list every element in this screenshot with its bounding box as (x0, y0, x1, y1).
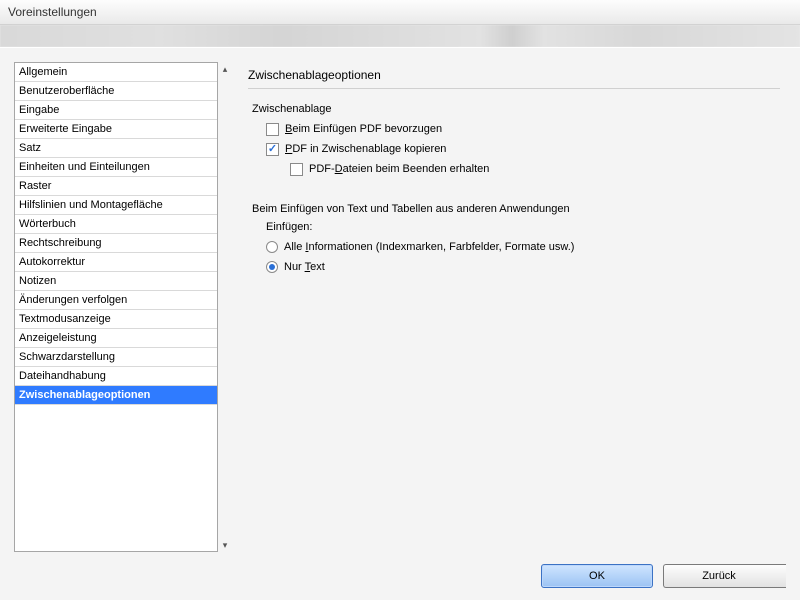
sidebar-item[interactable]: Raster (15, 177, 217, 196)
option-copy-pdf[interactable]: PDF in Zwischenablage kopieren (266, 141, 780, 157)
spinner-up-icon[interactable]: ▴ (220, 64, 230, 74)
sidebar-wrap: AllgemeinBenutzeroberflächeEingabeErweit… (14, 62, 232, 552)
sidebar-item[interactable]: Textmodusanzeige (15, 310, 217, 329)
group-clipboard-label: Zwischenablage (252, 103, 780, 115)
option-paste-text-label: Nur Text (284, 259, 325, 275)
checkbox-copy-pdf[interactable] (266, 143, 279, 156)
button-bar: OK Zurück (541, 564, 786, 588)
sidebar-item[interactable]: Dateihandhabung (15, 367, 217, 386)
sidebar-item[interactable]: Schwarzdarstellung (15, 348, 217, 367)
sidebar-item[interactable]: Notizen (15, 272, 217, 291)
sidebar-spinner: ▴ ▾ (218, 62, 232, 552)
option-copy-pdf-label: PDF in Zwischenablage kopieren (285, 141, 446, 157)
radio-paste-all[interactable] (266, 241, 278, 253)
sidebar-item[interactable]: Eingabe (15, 101, 217, 120)
sidebar-item[interactable]: Satz (15, 139, 217, 158)
sidebar-item[interactable]: Erweiterte Eingabe (15, 120, 217, 139)
option-keep-pdf-label: PDF-Dateien beim Beenden erhalten (309, 161, 489, 177)
group-paste-sublabel: Einfügen: (266, 221, 780, 233)
sidebar-item[interactable]: Allgemein (15, 63, 217, 82)
radio-paste-text[interactable] (266, 261, 278, 273)
sidebar-item[interactable]: Hilfslinien und Montagefläche (15, 196, 217, 215)
sidebar-item[interactable]: Wörterbuch (15, 215, 217, 234)
main-panel: Zwischenablageoptionen Zwischenablage Be… (242, 62, 786, 552)
checkbox-prefer-pdf[interactable] (266, 123, 279, 136)
reset-button[interactable]: Zurück (663, 564, 786, 588)
option-paste-all[interactable]: Alle Informationen (Indexmarken, Farbfel… (266, 239, 780, 255)
ok-button[interactable]: OK (541, 564, 653, 588)
option-paste-text[interactable]: Nur Text (266, 259, 780, 275)
sidebar-item[interactable]: Autokorrektur (15, 253, 217, 272)
sidebar-item[interactable]: Zwischenablageoptionen (15, 386, 217, 405)
category-list: AllgemeinBenutzeroberflächeEingabeErweit… (15, 63, 217, 405)
sidebar-item[interactable]: Einheiten und Einteilungen (15, 158, 217, 177)
sidebar-item[interactable]: Änderungen verfolgen (15, 291, 217, 310)
sidebar-item[interactable]: Rechtschreibung (15, 234, 217, 253)
background-blur (0, 25, 800, 47)
checkbox-keep-pdf[interactable] (290, 163, 303, 176)
option-prefer-pdf-label: Beim Einfügen PDF bevorzugen (285, 121, 442, 137)
category-sidebar: AllgemeinBenutzeroberflächeEingabeErweit… (14, 62, 218, 552)
sidebar-item[interactable]: Anzeigeleistung (15, 329, 217, 348)
sidebar-item[interactable]: Benutzeroberfläche (15, 82, 217, 101)
panel-title: Zwischenablageoptionen (248, 66, 780, 89)
titlebar[interactable]: Voreinstellungen (0, 0, 800, 25)
window-title: Voreinstellungen (8, 5, 97, 19)
group-paste-label: Beim Einfügen von Text und Tabellen aus … (252, 203, 780, 215)
option-keep-pdf[interactable]: PDF-Dateien beim Beenden erhalten (290, 161, 780, 177)
spinner-down-icon[interactable]: ▾ (220, 540, 230, 550)
option-paste-all-label: Alle Informationen (Indexmarken, Farbfel… (284, 239, 574, 255)
option-prefer-pdf[interactable]: Beim Einfügen PDF bevorzugen (266, 121, 780, 137)
preferences-window: Voreinstellungen AllgemeinBenutzeroberfl… (0, 0, 800, 600)
client-area: AllgemeinBenutzeroberflächeEingabeErweit… (0, 47, 800, 600)
content-area: AllgemeinBenutzeroberflächeEingabeErweit… (14, 62, 786, 552)
